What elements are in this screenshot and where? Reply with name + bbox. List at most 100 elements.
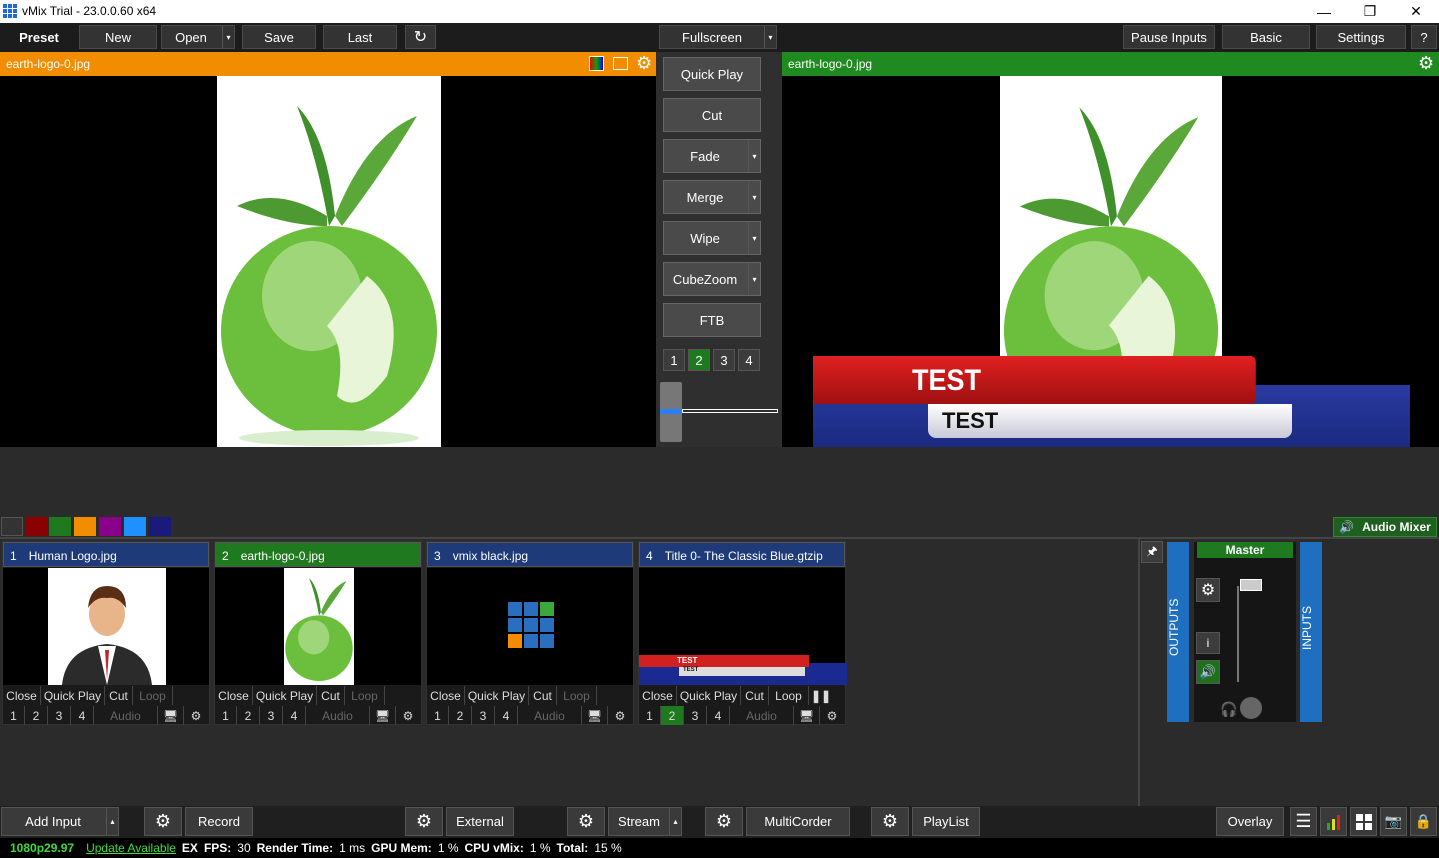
open-button[interactable]: Open ▾	[161, 25, 235, 49]
input-header[interactable]: 4 Title 0- The Classic Blue.gtzip	[639, 542, 845, 567]
input-gear-icon[interactable]: ⚙	[820, 706, 844, 725]
input-header[interactable]: 3 vmix black.jpg	[427, 542, 633, 567]
playlist-button[interactable]: PlayList	[912, 807, 980, 836]
headphones-icon[interactable]: 🎧	[1220, 701, 1237, 718]
audio-button[interactable]: Audio	[730, 706, 794, 725]
close-button[interactable]: Close	[427, 686, 465, 705]
loop-button[interactable]: Loop	[769, 686, 809, 705]
fullscreen-button[interactable]: Fullscreen ▾	[659, 25, 777, 49]
input-thumbnail[interactable]	[3, 568, 209, 685]
close-button[interactable]: Close	[3, 686, 41, 705]
monitor-icon[interactable]: 🖥	[582, 706, 608, 725]
record-button[interactable]: Record	[185, 807, 253, 836]
overlay-2-button[interactable]: 2	[661, 706, 684, 725]
overlay-3-button[interactable]: 3	[48, 706, 71, 725]
fade-dropdown-icon[interactable]: ▾	[748, 140, 760, 172]
tab-all[interactable]	[1, 517, 23, 536]
multicorder-button[interactable]: MultiCorder	[746, 807, 850, 836]
quick-play-button[interactable]: Quick Play	[465, 686, 529, 705]
info-icon[interactable]: i	[1196, 632, 1220, 654]
close-button[interactable]: Close	[215, 686, 253, 705]
ftb-button[interactable]: FTB	[663, 303, 761, 337]
program-gear-icon[interactable]: ⚙	[1418, 53, 1434, 74]
external-gear-icon[interactable]: ⚙	[405, 807, 443, 836]
restore-icon[interactable]: ❐	[1347, 0, 1393, 23]
headphone-volume-knob[interactable]	[1240, 697, 1262, 719]
close-icon[interactable]: ✕	[1393, 0, 1439, 23]
stream-gear-icon[interactable]: ⚙	[567, 807, 605, 836]
loop-button[interactable]: Loop	[345, 686, 385, 705]
overlay-1-button[interactable]: 1	[427, 706, 449, 725]
loop-button[interactable]: Loop	[557, 686, 597, 705]
audio-meter-icon[interactable]	[1320, 807, 1347, 836]
fade-button[interactable]: Fade ▾	[663, 139, 761, 173]
tab-blue[interactable]	[124, 517, 146, 536]
audio-button[interactable]: Audio	[518, 706, 582, 725]
cut-button[interactable]: Cut	[317, 686, 345, 705]
cut-button[interactable]: Cut	[663, 98, 761, 132]
help-button[interactable]: ?	[1411, 25, 1437, 49]
overlay-2-button[interactable]: 2	[449, 706, 472, 725]
tab-green[interactable]	[49, 517, 71, 536]
merge-button[interactable]: Merge ▾	[663, 180, 761, 214]
overlay-1-button[interactable]: 1	[215, 706, 237, 725]
wipe-button[interactable]: Wipe ▾	[663, 221, 761, 255]
master-gear-icon[interactable]: ⚙	[1196, 578, 1220, 602]
audio-mixer-button[interactable]: 🔊 Audio Mixer	[1333, 517, 1437, 537]
input-card-3[interactable]: 3 vmix black.jpg Close Quick Play Cut Loo…	[426, 541, 634, 725]
overlay-3-button[interactable]: 3	[684, 706, 707, 725]
transition-2-button[interactable]: 2	[688, 349, 710, 371]
list-view-icon[interactable]: ☰	[1290, 807, 1317, 836]
master-fader[interactable]	[1240, 579, 1262, 591]
basic-button[interactable]: Basic	[1222, 25, 1310, 49]
merge-dropdown-icon[interactable]: ▾	[748, 181, 760, 213]
add-input-dropdown-icon[interactable]: ▴	[106, 808, 118, 835]
overlay-4-button[interactable]: 4	[707, 706, 730, 725]
add-input-button[interactable]: Add Input ▴	[1, 807, 119, 836]
inputs-tab[interactable]: INPUTS	[1300, 542, 1322, 722]
transition-3-button[interactable]: 3	[713, 349, 735, 371]
lock-icon[interactable]: 🔒	[1410, 807, 1437, 836]
outputs-tab[interactable]: OUTPUTS	[1167, 542, 1189, 722]
input-card-4[interactable]: 4 Title 0- The Classic Blue.gtzip TEST TE…	[638, 541, 847, 725]
input-header[interactable]: 2 earth-logo-0.jpg	[215, 542, 421, 567]
input-thumbnail[interactable]	[215, 568, 421, 685]
input-gear-icon[interactable]: ⚙	[608, 706, 632, 725]
overlay-2-button[interactable]: 2	[237, 706, 260, 725]
update-link[interactable]: Update Available	[86, 841, 176, 855]
snapshot-icon[interactable]: 📷	[1380, 807, 1407, 836]
tab-navy[interactable]	[149, 517, 171, 536]
audio-button[interactable]: Audio	[306, 706, 370, 725]
cubezoom-dropdown-icon[interactable]: ▾	[748, 263, 760, 295]
settings-button[interactable]: Settings	[1316, 25, 1406, 49]
new-button[interactable]: New	[79, 25, 157, 49]
quick-play-button[interactable]: Quick Play	[663, 57, 761, 91]
overlay-4-button[interactable]: 4	[71, 706, 94, 725]
input-thumbnail[interactable]	[427, 568, 633, 685]
t-bar-handle[interactable]	[660, 382, 682, 442]
last-button[interactable]: Last	[323, 25, 397, 49]
stream-button[interactable]: Stream ▴	[608, 807, 682, 836]
input-header[interactable]: 1 Human Logo.jpg	[3, 542, 209, 567]
refresh-icon[interactable]: ↻	[405, 25, 436, 49]
overlay-4-button[interactable]: 4	[495, 706, 518, 725]
minimize-icon[interactable]: —	[1301, 0, 1347, 23]
tab-red[interactable]	[25, 517, 47, 536]
monitor-icon[interactable]: 🖥	[370, 706, 396, 725]
cut-button[interactable]: Cut	[105, 686, 133, 705]
cut-button[interactable]: Cut	[741, 686, 769, 705]
close-button[interactable]: Close	[639, 686, 677, 705]
input-gear-icon[interactable]: ⚙	[396, 706, 420, 725]
window-icon[interactable]	[613, 57, 628, 70]
overlay-1-button[interactable]: 1	[3, 706, 25, 725]
open-dropdown-icon[interactable]: ▾	[222, 26, 234, 48]
quick-play-button[interactable]: Quick Play	[41, 686, 105, 705]
tab-purple[interactable]	[99, 517, 121, 536]
fullscreen-dropdown-icon[interactable]: ▾	[764, 26, 776, 48]
overlay-button[interactable]: Overlay	[1216, 807, 1284, 836]
preset-button[interactable]: Preset	[0, 25, 78, 49]
overlay-2-button[interactable]: 2	[25, 706, 48, 725]
stream-dropdown-icon[interactable]: ▴	[669, 808, 681, 835]
record-gear-icon[interactable]: ⚙	[144, 807, 182, 836]
transition-1-button[interactable]: 1	[663, 349, 685, 371]
